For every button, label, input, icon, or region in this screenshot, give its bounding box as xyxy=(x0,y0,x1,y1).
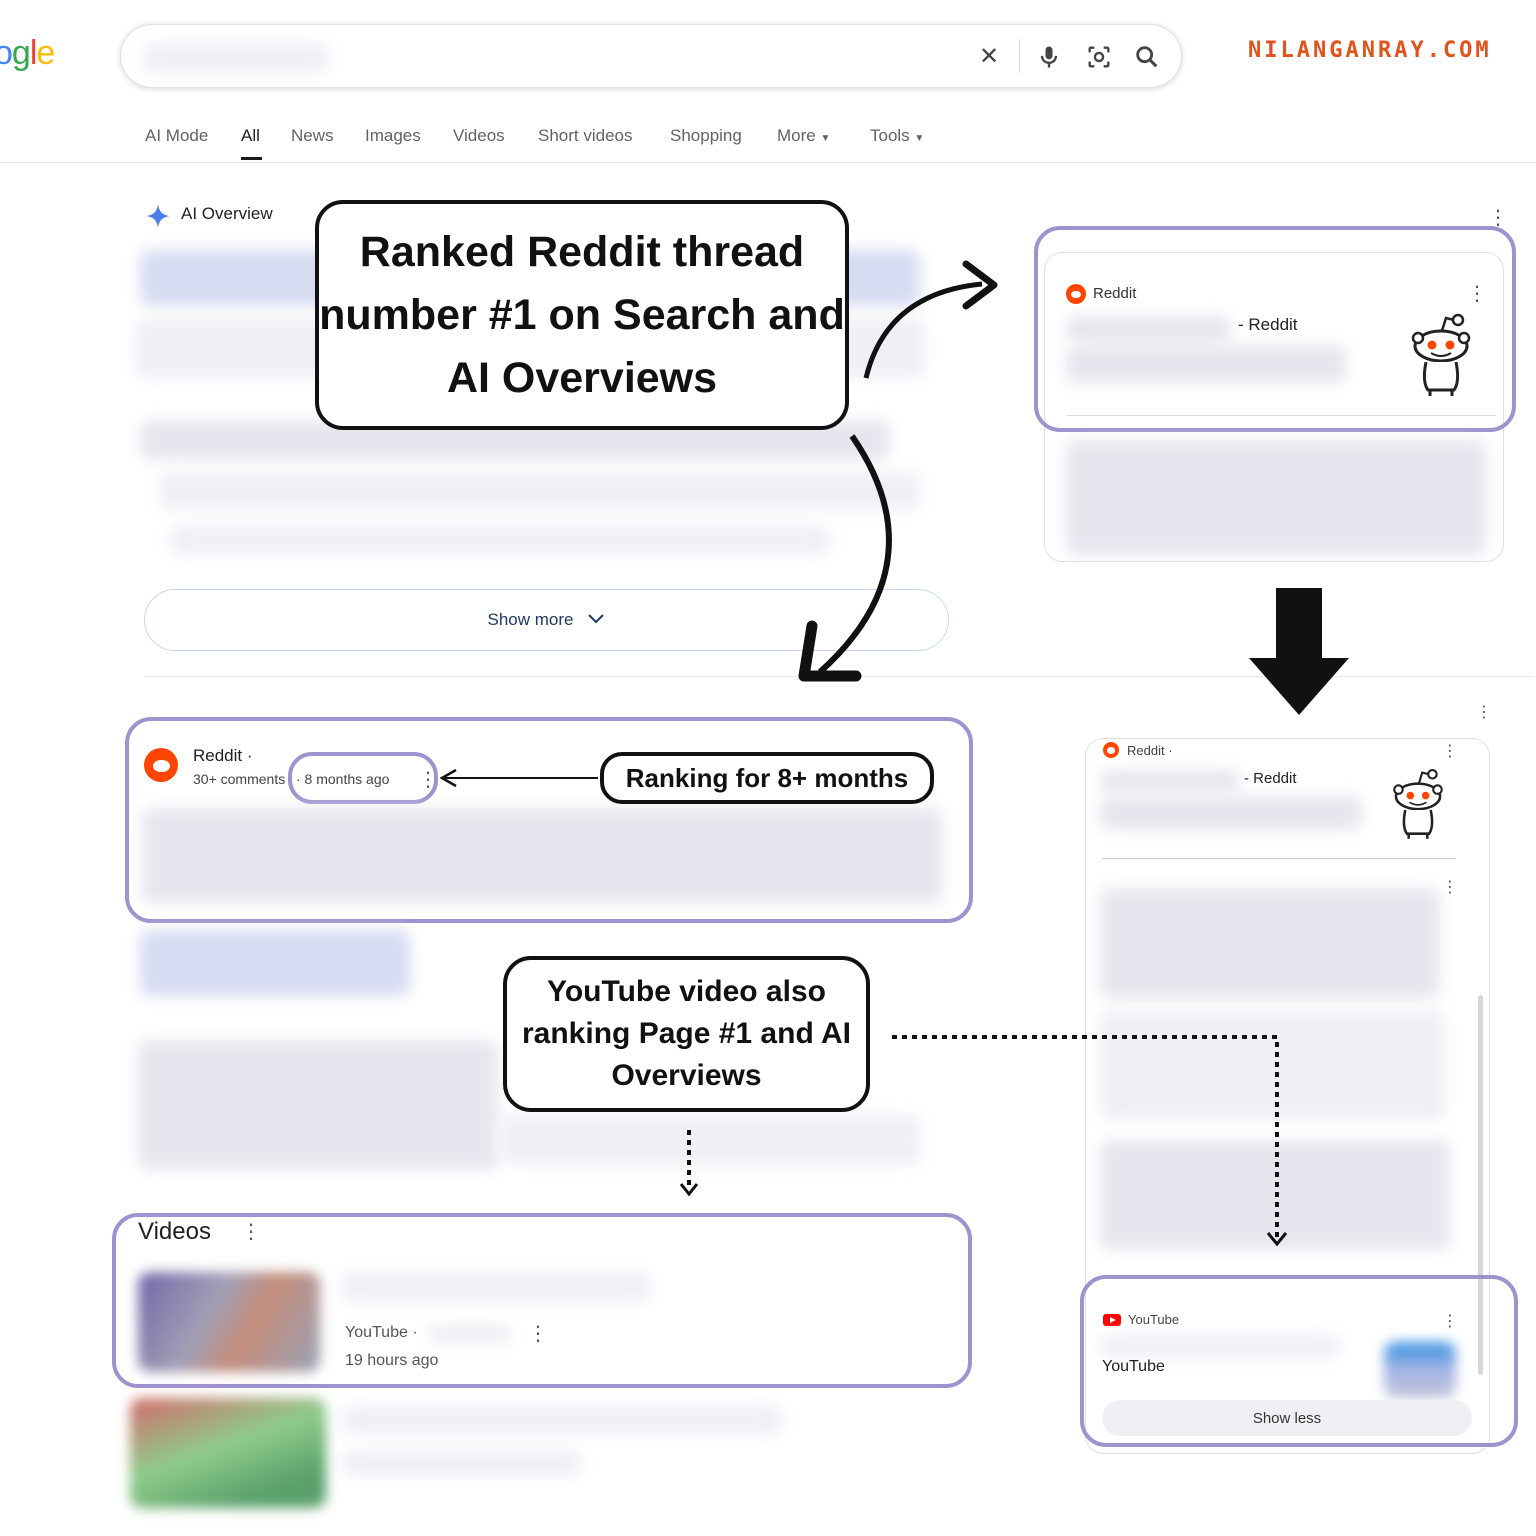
curved-arrow-right xyxy=(863,281,983,379)
curved-arrow-down xyxy=(817,434,892,675)
curved-arrow-down-head xyxy=(798,620,862,682)
dotted-arrow-panel xyxy=(892,1035,1279,1238)
dotted-arrow-videos-head xyxy=(679,1183,699,1197)
annotation-arrows xyxy=(439,260,1288,1247)
